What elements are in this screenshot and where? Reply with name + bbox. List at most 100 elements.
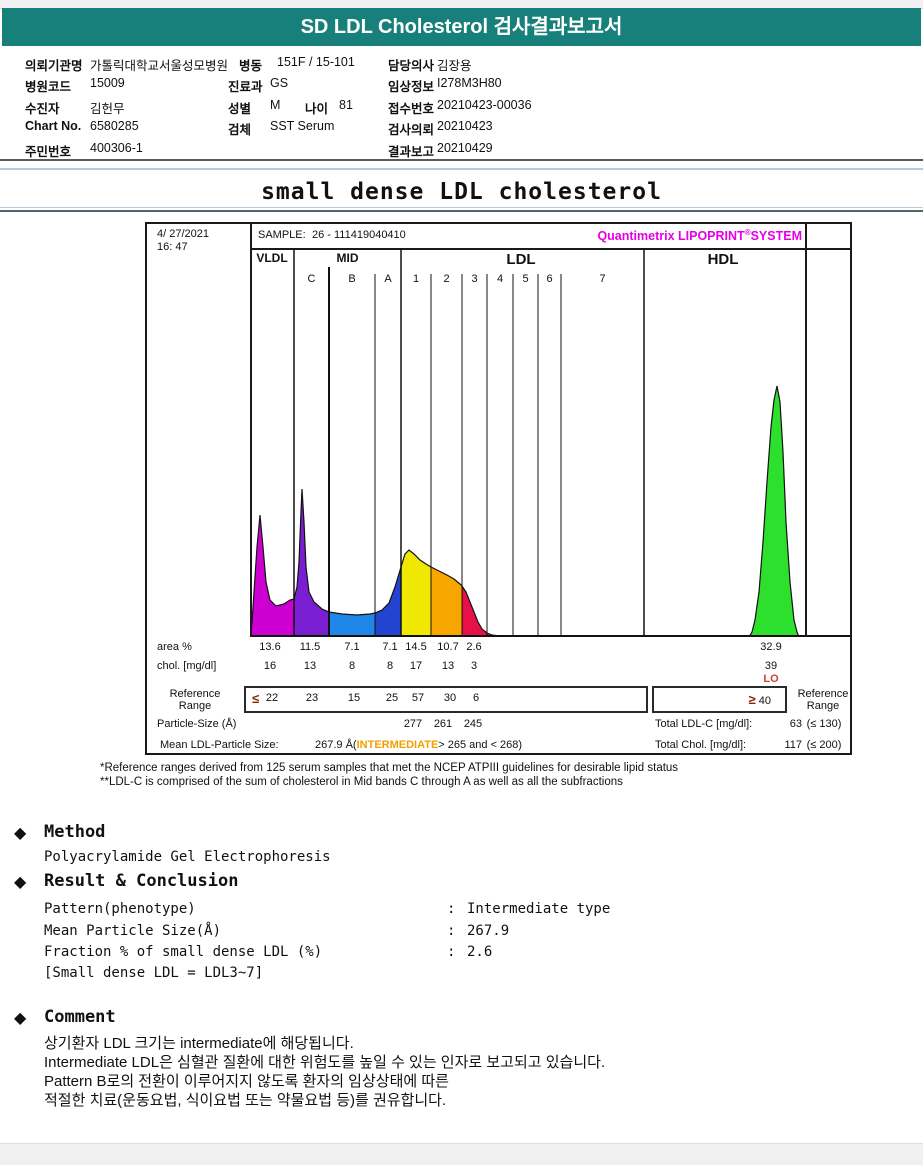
sample-value: 26 - 111419040410 [312, 229, 406, 241]
org-value: 가톨릭대학교서울성모병원 [90, 59, 229, 73]
mean-size-range: > 265 and < 268) [438, 739, 523, 751]
order-label: 검사의뢰 [388, 123, 435, 137]
method-body: Polyacrylamide Gel Electrophoresis [44, 849, 331, 865]
lipoprint-brand: Quantimetrix LIPOPRINT®SYSTEM [597, 228, 802, 243]
divider-right-margin [805, 224, 807, 637]
ref-range-label-left: Reference Range [169, 688, 221, 712]
divider-dark-1 [0, 159, 923, 161]
result-colon: : [447, 901, 456, 917]
result-colon: : [447, 944, 456, 960]
ref-hdl-group: ≥ 40 [748, 692, 785, 707]
specimen-value: SST Serum [270, 119, 335, 133]
ge-symbol: ≥ [748, 692, 756, 707]
result-note: [Small dense LDL = LDL3~7] [44, 965, 264, 981]
ward-value: 151F / 15-101 [277, 55, 355, 69]
comment-line: Intermediate LDL은 심혈관 질환에 대한 위험도를 높일 수 있… [44, 1054, 606, 1071]
chart-no-value: 6580285 [90, 119, 139, 133]
mean-size-value-group: 267.9 Å(INTERMEDIATE> 265 and < 268) [315, 739, 522, 751]
total-ldl-value: 63 [789, 718, 802, 730]
patient-row-4: Chart No. 6580285 검체 SST Serum 검사의뢰 2021… [25, 119, 905, 137]
ref-range-box-right: ≥ 40 [652, 686, 787, 713]
receipt-label: 접수번호 [388, 102, 435, 116]
result-label: Pattern(phenotype) [44, 901, 196, 917]
lipoprint-chart: 4/ 27/2021 16: 47 SAMPLE: 26 - 111419040… [145, 222, 852, 755]
total-chol-label: Total Chol. [mg/dl]: [655, 739, 747, 751]
total-chol-ref: (≤ 200) [806, 739, 842, 751]
ward-label: 병동 [239, 59, 263, 73]
particle-size-row: Particle-Size (Å) 277 261 245 Total LDL-… [147, 718, 850, 732]
ref-ldl1: 57 [411, 692, 425, 704]
area-mid-b: 7.1 [344, 641, 360, 653]
dept-label: 진료과 [228, 80, 263, 94]
patient-row-5: 주민번호 400306-1 결과보고 20210429 [25, 141, 905, 159]
result-heading: Result & Conclusion [44, 871, 239, 891]
clinical-label: 임상정보 [388, 80, 435, 94]
footnote-2: **LDL-C is comprised of the sum of chole… [100, 776, 623, 788]
name-value: 김헌무 [90, 102, 125, 116]
hospital-code-label: 병원코드 [25, 80, 72, 94]
chol-row-label: chol. [mg/dl] [157, 660, 217, 672]
area-ldl3: 2.6 [466, 641, 482, 653]
sex-value: M [270, 98, 281, 112]
chart-time: 16: 47 [157, 241, 188, 253]
total-chol-value: 117 [784, 739, 802, 751]
mean-size-value: 267.9 Å [315, 739, 353, 751]
diamond-icon: ◆ [14, 874, 27, 891]
org-label: 의뢰기관명 [25, 59, 83, 73]
area-percent-row: area % 13.6 11.5 7.1 7.1 14.5 10.7 2.6 3… [147, 641, 850, 655]
result-colon: : [447, 923, 456, 939]
resident-value: 400306-1 [90, 141, 143, 155]
hospital-code-value: 15009 [90, 76, 125, 90]
ref-range-box-left: ≤ 22 23 15 25 57 30 6 [244, 686, 648, 713]
chol-vldl: 16 [263, 660, 277, 672]
comment-heading: Comment [44, 1007, 116, 1027]
age-label: 나이 [305, 102, 329, 116]
patient-info: 의뢰기관명 가톨릭대학교서울성모병원 병동 151F / 15-101 담당의사… [25, 55, 905, 160]
ldl1-peak [401, 550, 431, 637]
area-vldl: 13.6 [259, 641, 281, 653]
comment-line: 적절한 치료(운동요법, 식이요법 또는 약물요법 등)를 권유합니다. [44, 1092, 447, 1109]
ref-ldl3: 6 [472, 692, 480, 704]
result-value: 267.9 [467, 923, 510, 939]
result-value: Intermediate type [467, 901, 611, 917]
chol-hdl: 39 [764, 660, 778, 672]
divider-light-2 [0, 207, 923, 208]
receipt-value: 20210423-00036 [437, 98, 532, 112]
report-date-label: 결과보고 [388, 145, 435, 159]
report-date-value: 20210429 [437, 141, 493, 155]
sample-row: SAMPLE: 26 - 111419040410 Quantimetrix L… [250, 224, 850, 250]
doctor-label: 담당의사 [388, 59, 435, 73]
brand-system: SYSTEM [750, 229, 802, 244]
report-page: SD LDL Cholesterol 검사결과보고서 의뢰기관명 가톨릭대학교서… [0, 0, 923, 1165]
divider-dark-2 [0, 210, 923, 212]
sample-label: SAMPLE: [258, 229, 306, 241]
result-label: Fraction % of small dense LDL (%) [44, 944, 323, 960]
report-title: SD LDL Cholesterol 검사결과보고서 [300, 16, 623, 38]
method-heading: Method [44, 822, 106, 842]
brand-name: Quantimetrix LIPOPRINT [597, 229, 745, 244]
order-value: 20210423 [437, 119, 493, 133]
chart-date: 4/ 27/2021 [157, 228, 209, 240]
section-title: small dense LDL cholesterol [261, 179, 662, 205]
area-hdl: 32.9 [760, 641, 782, 653]
specimen-label: 검체 [228, 123, 252, 137]
area-row-label: area % [157, 641, 192, 653]
mean-size-row: Mean LDL-Particle Size: 267.9 Å(INTERMED… [147, 739, 850, 753]
mid-a-area [375, 567, 401, 637]
diamond-icon: ◆ [14, 1010, 27, 1027]
intermediate-flag: INTERMEDIATE [356, 739, 439, 751]
area-mid-c: 11.5 [299, 641, 321, 653]
doctor-value: 김장용 [437, 59, 472, 73]
total-ldl-label: Total LDL-C [mg/dl]: [655, 718, 753, 730]
vldl-peak [250, 515, 294, 637]
result-label: Mean Particle Size(Å) [44, 923, 222, 939]
hdl-low-flag: LO [763, 673, 779, 685]
patient-row-3: 수진자 김헌무 성별 M 나이 81 접수번호 20210423-00036 [25, 98, 905, 116]
psize-ldl3: 245 [463, 718, 483, 730]
patient-row-1: 의뢰기관명 가톨릭대학교서울성모병원 병동 151F / 15-101 담당의사… [25, 55, 905, 73]
ldl2-area [431, 567, 462, 637]
name-label: 수진자 [25, 102, 60, 116]
report-title-bar: SD LDL Cholesterol 검사결과보고서 [2, 8, 921, 46]
total-ldl-ref: (≤ 130) [806, 718, 842, 730]
chol-row: chol. [mg/dl] 16 13 8 8 17 13 3 39 LO [147, 660, 850, 685]
